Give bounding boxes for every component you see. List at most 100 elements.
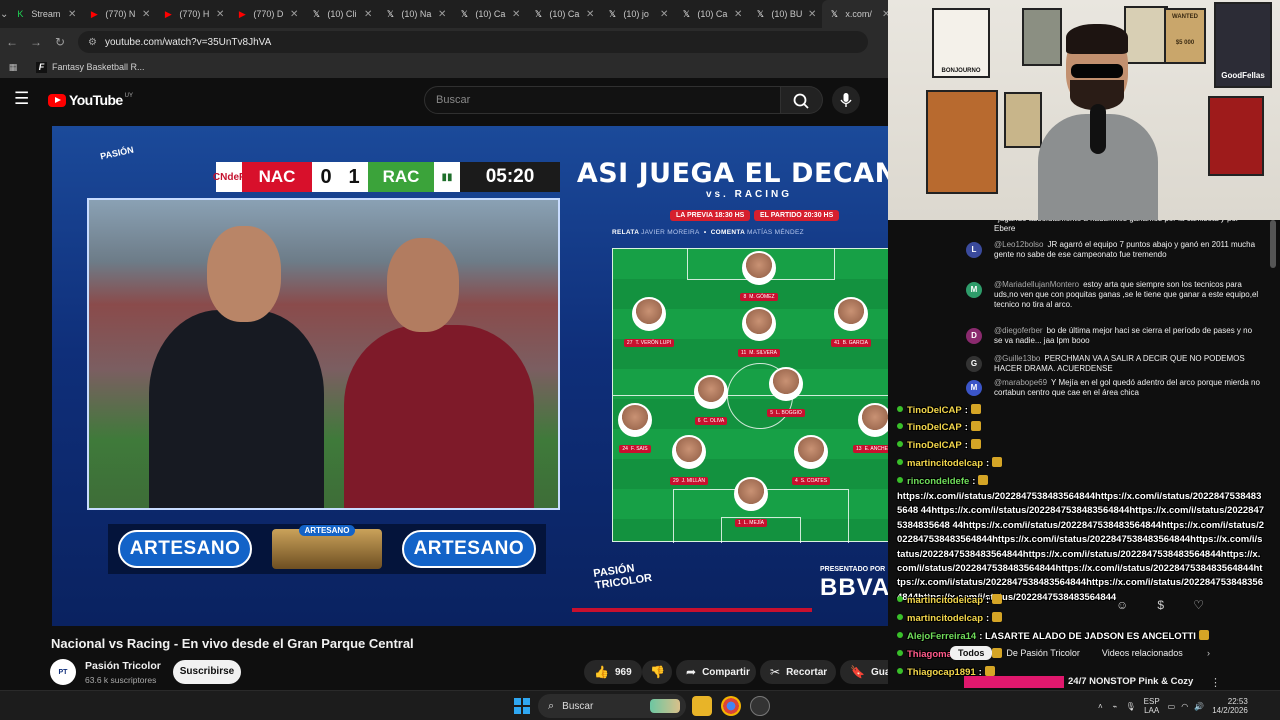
chrome-icon[interactable] xyxy=(721,696,741,716)
lineup-subtitle: vs. RACING xyxy=(705,189,793,200)
tab-search-dropdown-icon[interactable]: ⌄ xyxy=(0,9,8,20)
taskbar-search[interactable]: ⌕ Buscar xyxy=(538,694,686,718)
live-thumbnail[interactable] xyxy=(964,676,1064,688)
user-dot-icon xyxy=(897,668,903,674)
channel-name[interactable]: Pasión Tricolor xyxy=(85,660,161,672)
display-icon[interactable]: ▭ xyxy=(1168,702,1176,711)
close-tab-icon[interactable]: ✕ xyxy=(216,9,224,20)
site-info-icon[interactable]: ⚙ xyxy=(88,37,97,48)
reload-icon[interactable]: ↻ xyxy=(48,35,72,49)
related-video-title[interactable]: 24/7 NONSTOP Pink & Cozy xyxy=(1068,676,1193,687)
filter-chip[interactable]: Todos xyxy=(950,646,993,660)
overlay-chat-line: TinoDelCAP: xyxy=(897,404,981,418)
overlay-chat-line: TinoDelCAP: xyxy=(897,439,981,453)
browser-tab[interactable]: 𝕏 (10) Ca ✕ xyxy=(674,0,748,28)
chat-avatar[interactable]: M xyxy=(966,380,982,396)
channel-avatar[interactable]: PT xyxy=(50,659,76,685)
mic-tray-icon[interactable]: 🎙 xyxy=(1126,702,1136,711)
clip-button[interactable]: ✂ Recortar xyxy=(760,660,836,684)
close-tab-icon[interactable]: ✕ xyxy=(364,9,372,20)
browser-tab[interactable]: 𝕏 (10) Na ✕ xyxy=(378,0,452,28)
chat-scrollbar[interactable] xyxy=(1270,220,1276,268)
more-options-icon[interactable]: ⋮ xyxy=(1210,676,1221,689)
close-tab-icon[interactable]: ✕ xyxy=(734,9,742,20)
chat-avatar[interactable]: G xyxy=(966,356,982,372)
player-number: 27 xyxy=(626,340,633,346)
chevron-right-icon[interactable]: › xyxy=(1207,648,1210,658)
emoji-icon[interactable]: ☺ xyxy=(1116,598,1128,616)
chat-username[interactable]: @MariadellujanMontero xyxy=(994,280,1079,289)
file-explorer-icon[interactable] xyxy=(692,696,712,716)
browser-tab-strip: ⌄ K Stream ✕ ▶ (770) N ✕ ▶ (770) H ✕ ▶ (770) D ✕ 𝕏 (1… xyxy=(0,0,897,28)
comenta-label: COMENTA xyxy=(710,229,745,236)
search-button[interactable] xyxy=(781,86,823,114)
bookmark-fantasy-basketball[interactable]: F Fantasy Basketball R... xyxy=(36,61,145,73)
player-number: 4 xyxy=(794,478,798,484)
lineup-player: 8 M. GÓMEZ xyxy=(731,251,787,303)
video-player[interactable]: PASIÓN CNdeF NAC 0 1 RAC ▮▮ 05:20 ARTESA… xyxy=(52,126,888,626)
close-tab-icon[interactable]: ✕ xyxy=(68,9,76,20)
browser-tab[interactable]: 𝕏 (10) jo ✕ xyxy=(600,0,674,28)
chat-avatar[interactable]: M xyxy=(966,282,982,298)
voice-search-button[interactable] xyxy=(832,86,860,114)
close-tab-icon[interactable]: ✕ xyxy=(660,9,668,20)
close-tab-icon[interactable]: ✕ xyxy=(438,9,446,20)
chat-avatar[interactable]: D xyxy=(966,328,982,344)
browser-tab[interactable]: 𝕏 (10) BU ✕ xyxy=(748,0,822,28)
search-input[interactable]: Buscar xyxy=(424,86,781,114)
apps-grid-icon[interactable]: ▦ xyxy=(0,62,26,73)
filter-chip[interactable]: Videos relacionados xyxy=(1094,646,1191,660)
thumbs-up-icon: 👍 xyxy=(594,665,609,679)
chat-username[interactable]: @Leo12bolso xyxy=(994,240,1044,249)
youtube-wordmark: YouTube xyxy=(69,92,123,108)
close-tab-icon[interactable]: ✕ xyxy=(512,9,520,20)
address-bar[interactable]: ⚙ youtube.com/watch?v=35UnTv8JhVA xyxy=(78,31,868,53)
chevron-up-icon[interactable]: ˄ xyxy=(1098,702,1103,711)
overlay-text: : xyxy=(986,613,990,624)
browser-tab[interactable]: ▶ (770) D ✕ xyxy=(230,0,304,28)
clock[interactable]: 22:53 14/2/2026 xyxy=(1212,697,1248,715)
language-indicator[interactable]: ESP LAA xyxy=(1144,697,1160,715)
browser-tab[interactable]: 𝕏 (10) Ca ✕ xyxy=(452,0,526,28)
chat-username[interactable]: @diegoferber xyxy=(994,326,1043,335)
poster-red xyxy=(1208,96,1264,176)
obs-icon[interactable] xyxy=(750,696,770,716)
close-tab-icon[interactable]: ✕ xyxy=(808,9,816,20)
close-tab-icon[interactable]: ✕ xyxy=(290,9,298,20)
close-tab-icon[interactable]: ✕ xyxy=(586,9,594,20)
overlay-text: : xyxy=(964,422,968,433)
user-dot-icon xyxy=(897,459,903,465)
network-icon[interactable]: ⌁ xyxy=(1113,702,1118,711)
windows-start-icon[interactable] xyxy=(514,698,530,714)
wifi-icon[interactable]: ◠ xyxy=(1181,702,1188,711)
subscribe-button[interactable]: Suscribirse xyxy=(173,660,241,684)
live-chat-panel[interactable]: jugando absolutamente a nada....les gana… xyxy=(960,210,1268,410)
lineup-player: 27 T. VERÓN LUPI xyxy=(621,297,677,349)
share-icon: ➦ xyxy=(686,665,697,679)
browser-tab[interactable]: ▶ (770) H ✕ xyxy=(156,0,230,28)
browser-tab[interactable]: 𝕏 (10) Cli ✕ xyxy=(304,0,378,28)
back-icon[interactable]: ← xyxy=(0,35,24,49)
filter-chip[interactable]: De Pasión Tricolor xyxy=(998,646,1088,660)
youtube-logo[interactable]: YouTube UY xyxy=(48,92,133,108)
chat-username[interactable]: @marabope69 xyxy=(994,378,1047,387)
forward-icon[interactable]: → xyxy=(24,35,48,49)
heart-icon[interactable]: ♡ xyxy=(1193,598,1204,616)
chat-username[interactable]: @Guille13bo xyxy=(994,354,1040,363)
save-button[interactable]: 🔖 Guarda xyxy=(840,660,888,684)
browser-tab[interactable]: K Stream ✕ xyxy=(8,0,82,28)
super-chat-icon[interactable]: $ xyxy=(1157,598,1164,616)
browser-tab[interactable]: ▶ (770) N ✕ xyxy=(82,0,156,28)
browser-tab[interactable]: 𝕏 (10) Ca ✕ xyxy=(526,0,600,28)
menu-icon[interactable]: ☰ xyxy=(14,90,34,110)
player-photo xyxy=(769,367,803,401)
browser-tab[interactable]: 𝕏x.com/✕ xyxy=(822,0,897,28)
volume-icon[interactable]: 🔊 xyxy=(1194,702,1204,711)
like-button[interactable]: 👍 969 xyxy=(584,660,642,684)
dislike-button[interactable]: 👎 xyxy=(642,660,672,684)
share-button[interactable]: ➦ Compartir xyxy=(676,660,756,684)
commentator-right xyxy=(344,325,534,508)
comenta-name: MATÍAS MÉNDEZ xyxy=(747,229,804,236)
close-tab-icon[interactable]: ✕ xyxy=(142,9,150,20)
chat-avatar[interactable]: L xyxy=(966,242,982,258)
